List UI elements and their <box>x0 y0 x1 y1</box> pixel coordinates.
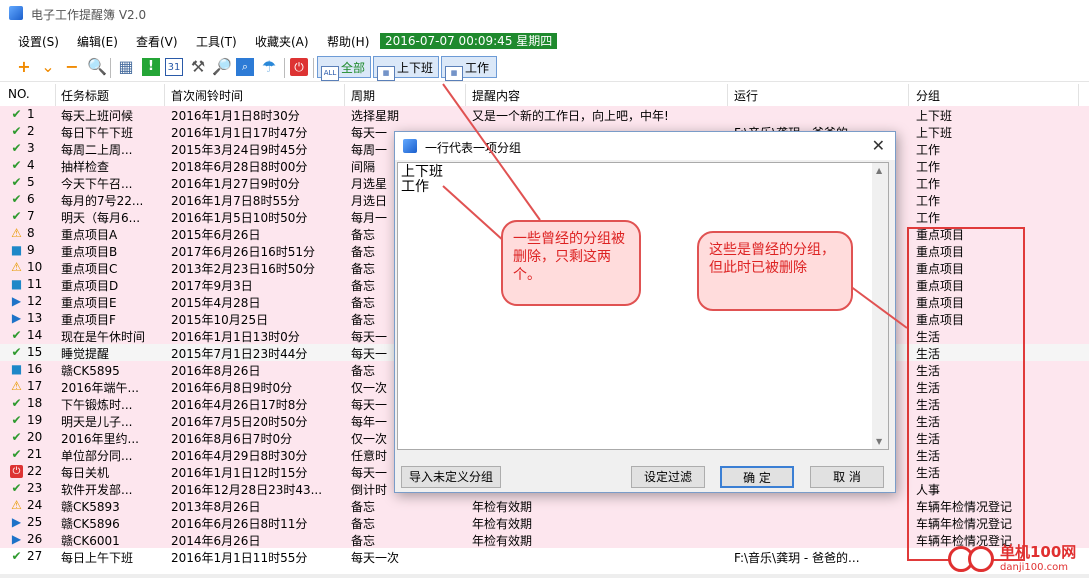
arrow-to-dialog-text <box>442 185 506 243</box>
watermark-logo <box>968 546 994 572</box>
watermark-text: 单机100网 <box>1000 543 1077 561</box>
arrow-to-group-column <box>849 285 908 329</box>
callout-old-groups: 这些是曾经的分组，但此时已被删除 <box>697 231 853 311</box>
callout-deleted-groups: 一些曾经的分组被删除，只剩这两个。 <box>501 220 641 306</box>
watermark: 单机100网 danji100.com <box>942 540 1089 578</box>
watermark-url: danji100.com <box>1000 562 1068 573</box>
